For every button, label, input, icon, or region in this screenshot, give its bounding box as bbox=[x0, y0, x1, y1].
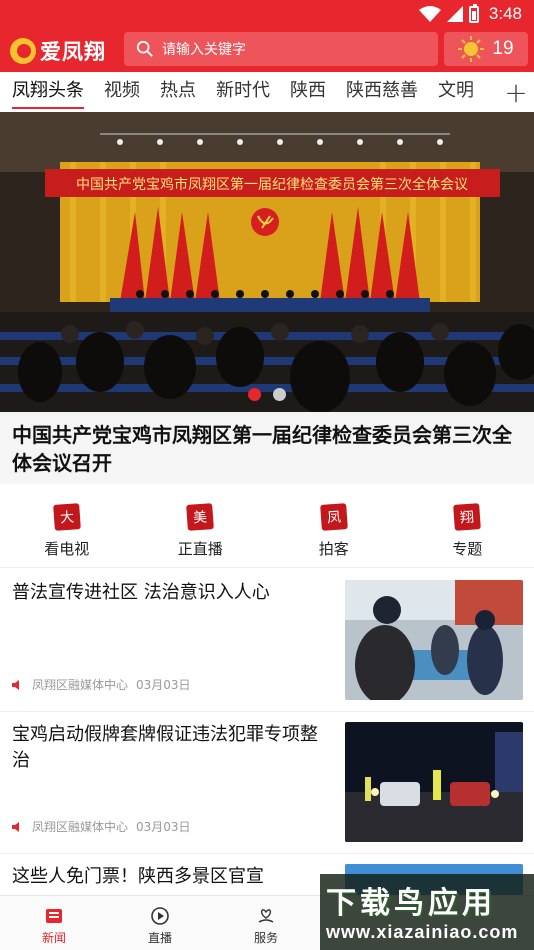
quick-nav-watch-tv[interactable]: 大 看电视 bbox=[0, 490, 134, 567]
quick-nav: 大 看电视 美 正直播 凤 拍客 翔 专题 bbox=[0, 490, 534, 568]
bottom-nav-label: 新闻 bbox=[41, 931, 66, 945]
tab-hot[interactable]: 热点 bbox=[160, 76, 196, 106]
seal-icon: 美 bbox=[186, 503, 215, 531]
tabs-fade bbox=[470, 72, 500, 112]
news-date: 03月03日 bbox=[136, 820, 191, 834]
search-placeholder: 请输入关键字 bbox=[162, 42, 246, 58]
phoenix-logo-icon bbox=[10, 38, 36, 64]
quick-nav-label: 拍客 bbox=[318, 540, 349, 558]
bottom-nav-live[interactable]: 直播 bbox=[120, 906, 200, 946]
quick-nav-label: 看电视 bbox=[44, 540, 90, 558]
watermark-title: 下载鸟应用 bbox=[326, 886, 496, 921]
tab-video[interactable]: 视频 bbox=[104, 76, 140, 106]
news-icon bbox=[46, 909, 62, 923]
sun-icon bbox=[458, 36, 485, 62]
quick-nav-reporter[interactable]: 凤 拍客 bbox=[267, 490, 401, 567]
news-title: 这些人免门票！陕西多景区官宣 bbox=[12, 866, 264, 887]
quick-nav-label: 正直播 bbox=[177, 540, 223, 558]
seal-icon: 大 bbox=[52, 503, 81, 531]
app-header: 爱凤翔 请输入关键字 19 bbox=[0, 28, 534, 72]
quick-nav-label: 专题 bbox=[452, 540, 483, 558]
list-item[interactable]: 普法宣传进社区 法治意识入人心 凤翔区融媒体中心 03月03日 bbox=[0, 570, 534, 712]
battery-icon bbox=[468, 3, 479, 23]
status-bar: 3:48 bbox=[0, 0, 534, 28]
weather-widget[interactable]: 19 bbox=[444, 32, 528, 66]
list-item[interactable]: 宝鸡启动假牌套牌假证违法犯罪专项整治 凤翔区融媒体中心 03月03日 bbox=[0, 712, 534, 854]
heart-hand-icon bbox=[258, 909, 274, 923]
conference-photo: 中国共产党宝鸡市凤翔区第一届纪律检查委员会第三次全体会议 bbox=[0, 112, 534, 412]
status-icons: 3:48 bbox=[418, 3, 522, 24]
news-title: 普法宣传进社区 法治意识入人心 bbox=[12, 582, 270, 603]
tab-shaanxi[interactable]: 陕西 bbox=[290, 76, 326, 106]
app-logo[interactable]: 爱凤翔 bbox=[10, 36, 106, 66]
banner-headline[interactable]: 中国共产党宝鸡市凤翔区第一届纪律检查委员会第三次全体会议召开 bbox=[0, 412, 534, 484]
app-name: 爱凤翔 bbox=[40, 39, 106, 64]
news-date: 03月03日 bbox=[136, 678, 191, 692]
tab-civilization[interactable]: 文明 bbox=[438, 76, 474, 106]
banner-caption-text: 中国共产党宝鸡市凤翔区第一届纪律检查委员会第三次全体会议 bbox=[76, 176, 468, 193]
tab-shaanxi-charity[interactable]: 陕西慈善 bbox=[346, 76, 418, 106]
bottom-nav-label: 直播 bbox=[147, 931, 172, 945]
news-source: 凤翔区融媒体中心 bbox=[32, 820, 129, 834]
carousel-dot-2[interactable] bbox=[273, 388, 286, 401]
search-icon bbox=[136, 40, 153, 57]
add-channel-icon[interactable]: + bbox=[498, 72, 534, 112]
tab-fengxiang-headlines[interactable]: 凤翔头条 bbox=[12, 76, 84, 109]
quick-nav-live[interactable]: 美 正直播 bbox=[134, 490, 268, 567]
news-meta: 凤翔区融媒体中心 03月03日 bbox=[12, 676, 191, 693]
news-meta: 凤翔区融媒体中心 03月03日 bbox=[12, 818, 191, 835]
carousel-dot-1[interactable] bbox=[248, 388, 261, 401]
news-source: 凤翔区融媒体中心 bbox=[32, 678, 129, 692]
quick-nav-topics[interactable]: 翔 专题 bbox=[401, 490, 534, 567]
news-title: 宝鸡启动假牌套牌假证违法犯罪专项整治 bbox=[12, 724, 318, 771]
banner-image[interactable]: 中国共产党宝鸡市凤翔区第一届纪律检查委员会第三次全体会议 bbox=[0, 112, 534, 412]
search-input[interactable]: 请输入关键字 bbox=[124, 32, 438, 66]
news-thumbnail bbox=[345, 580, 523, 700]
watermark-url: www.xiazainiao.com bbox=[326, 922, 519, 942]
speaker-icon bbox=[12, 821, 19, 832]
bottom-nav-news[interactable]: 新闻 bbox=[14, 906, 94, 946]
play-icon bbox=[151, 907, 169, 925]
bottom-nav-label: 服务 bbox=[253, 931, 278, 945]
watermark-overlay: 下载鸟应用 www.xiazainiao.com bbox=[320, 874, 534, 950]
bottom-nav-service[interactable]: 服务 bbox=[226, 906, 306, 946]
temperature: 19 bbox=[492, 38, 514, 59]
seal-icon: 凤 bbox=[319, 503, 348, 531]
seal-icon: 翔 bbox=[453, 503, 482, 531]
speaker-icon bbox=[12, 679, 19, 690]
channel-tabs: 凤翔头条 视频 热点 新时代 陕西 陕西慈善 文明 + bbox=[0, 72, 534, 112]
news-thumbnail bbox=[345, 722, 523, 842]
tab-new-era[interactable]: 新时代 bbox=[216, 76, 270, 106]
status-time: 3:48 bbox=[488, 4, 522, 23]
carousel-indicator bbox=[0, 388, 534, 401]
wifi-icon bbox=[418, 6, 441, 22]
signal-icon bbox=[446, 6, 463, 22]
